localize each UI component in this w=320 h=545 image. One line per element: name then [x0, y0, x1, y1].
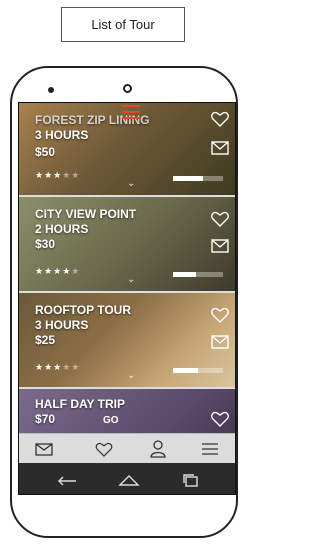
- system-nav-bar: [19, 463, 235, 494]
- tour-card[interactable]: ROOFTOP TOUR 3 HOURS $25 ★★★★★ ⌄: [19, 293, 235, 389]
- user-icon: [150, 440, 166, 458]
- tour-price: $25: [35, 333, 56, 347]
- tour-card[interactable]: FOREST ZIP LINING 3 HOURS $50 ★★★★★ ⌄: [19, 103, 235, 197]
- tour-duration: 2 HOURS: [35, 222, 89, 236]
- heart-icon[interactable]: [211, 111, 229, 127]
- home-icon[interactable]: [117, 472, 141, 488]
- heart-icon: [95, 442, 113, 457]
- speaker-dot: [48, 87, 54, 93]
- tour-price: $50: [35, 145, 56, 159]
- progress-bar: [173, 176, 223, 181]
- menu-icon: [202, 443, 218, 455]
- nav-profile-button[interactable]: [147, 439, 169, 459]
- tour-name: HALF DAY TRIP: [35, 397, 126, 411]
- mail-icon: [35, 442, 53, 456]
- camera-lens: [123, 84, 132, 93]
- chevron-down-icon[interactable]: ⌄: [127, 178, 135, 189]
- tour-list[interactable]: FOREST ZIP LINING 3 HOURS $50 ★★★★★ ⌄ CI…: [19, 103, 235, 433]
- progress-bar: [173, 272, 223, 277]
- rating-stars: ★★★★★: [35, 266, 81, 276]
- nav-menu-button[interactable]: [199, 439, 221, 459]
- tour-info: CITY VIEW POINT 2 HOURS $30: [35, 207, 136, 252]
- chevron-down-icon[interactable]: ⌄: [127, 274, 135, 285]
- tour-card[interactable]: CITY VIEW POINT 2 HOURS $30 ★★★★★ ⌄: [19, 197, 235, 293]
- page-title-box: List of Tour: [61, 7, 185, 42]
- page-title: List of Tour: [91, 17, 155, 32]
- menu-icon[interactable]: [122, 105, 140, 121]
- nav-mail-button[interactable]: [33, 439, 55, 459]
- tour-price: $30: [35, 237, 56, 251]
- progress-bar: [173, 368, 223, 373]
- heart-icon[interactable]: [211, 307, 229, 323]
- chevron-down-icon[interactable]: ⌄: [127, 370, 135, 381]
- rating-stars: ★★★★★: [35, 362, 81, 372]
- tour-name: ROOFTOP TOUR: [35, 303, 132, 317]
- tour-card[interactable]: HALF DAY TRIP $70 GO: [19, 389, 235, 433]
- tour-name: CITY VIEW POINT: [35, 207, 137, 221]
- heart-icon[interactable]: [211, 411, 229, 427]
- tour-info: ROOFTOP TOUR 3 HOURS $25: [35, 303, 131, 348]
- back-icon[interactable]: [55, 472, 79, 488]
- tour-duration: 3 HOURS: [35, 318, 89, 332]
- phone-screen: FOREST ZIP LINING 3 HOURS $50 ★★★★★ ⌄ CI…: [18, 102, 236, 495]
- mail-icon[interactable]: [211, 335, 229, 349]
- recents-icon[interactable]: [179, 472, 203, 488]
- mail-icon[interactable]: [211, 141, 229, 155]
- bottom-nav: [19, 433, 235, 464]
- rating-stars: ★★★★★: [35, 170, 81, 180]
- go-label[interactable]: GO: [103, 415, 119, 426]
- heart-icon[interactable]: [211, 211, 229, 227]
- tour-duration: 3 HOURS: [35, 128, 89, 142]
- mail-icon[interactable]: [211, 239, 229, 253]
- nav-favorites-button[interactable]: [93, 439, 115, 459]
